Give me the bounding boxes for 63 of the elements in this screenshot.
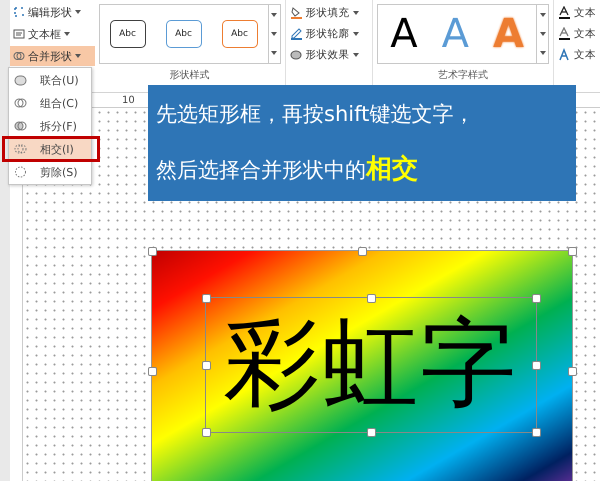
- resize-handle[interactable]: [367, 294, 376, 303]
- callout-text: 先选矩形框，再按shift键选文字，: [156, 101, 476, 128]
- resize-handle[interactable]: [532, 428, 541, 437]
- menu-item[interactable]: 相交(I): [9, 139, 91, 159]
- caret-icon: [75, 54, 81, 58]
- ribbon-button[interactable]: 文本框: [10, 24, 95, 44]
- group-label: 形状样式: [170, 68, 210, 82]
- edit-shape-icon: [13, 6, 25, 18]
- text-outline-icon: [558, 26, 571, 40]
- text-effects-icon: [558, 48, 571, 62]
- pencil-icon: [290, 26, 303, 40]
- resize-handle[interactable]: [568, 367, 577, 376]
- group-label: 艺术字样式: [438, 68, 488, 82]
- ribbon-command[interactable]: 形状轮廓: [290, 25, 368, 42]
- ribbon-command[interactable]: 文本: [558, 46, 596, 63]
- resize-handle[interactable]: [148, 367, 157, 376]
- caret-icon: [352, 52, 359, 56]
- wordart-preset[interactable]: A: [390, 14, 418, 54]
- text-box-icon: [13, 28, 25, 40]
- menu-item[interactable]: 联合(U): [9, 70, 91, 90]
- ribbon-command[interactable]: 形状填充: [290, 4, 368, 21]
- menu-item[interactable]: 拆分(F): [9, 116, 91, 136]
- shape-effects-icon: [290, 48, 303, 62]
- shape-style-preset[interactable]: Abc: [110, 20, 146, 48]
- ruler-number: 10: [122, 94, 135, 106]
- ribbon-command[interactable]: 文本: [558, 4, 596, 21]
- resize-handle[interactable]: [202, 428, 211, 437]
- fragment-icon: [13, 119, 28, 133]
- resize-handle[interactable]: [367, 428, 376, 437]
- caret-icon: [352, 10, 359, 14]
- paint-bucket-icon: [290, 6, 303, 20]
- merge-shapes-icon: [13, 50, 25, 62]
- subtract-icon: [13, 165, 28, 179]
- caret-icon: [540, 12, 546, 17]
- caret-icon: [540, 51, 546, 56]
- caret-icon: [271, 32, 278, 36]
- resize-handle[interactable]: [532, 294, 541, 303]
- resize-handle[interactable]: [202, 361, 211, 370]
- caret-icon: [271, 51, 278, 56]
- caret-icon: [540, 32, 546, 36]
- resize-handle[interactable]: [568, 247, 577, 256]
- slide-text: 彩虹字: [224, 306, 518, 421]
- combine-icon: [13, 96, 28, 110]
- resize-handle[interactable]: [358, 247, 367, 256]
- caret-icon: [64, 32, 70, 36]
- caret-icon: [75, 10, 81, 14]
- ribbon-button[interactable]: 合并形状: [10, 46, 95, 66]
- ribbon-command[interactable]: 文本: [558, 25, 596, 42]
- intersect-icon: [13, 142, 28, 156]
- text-fill-icon: [558, 6, 571, 20]
- menu-item[interactable]: 组合(C): [9, 93, 91, 113]
- shape-style-preset[interactable]: Abc: [222, 20, 258, 48]
- caret-icon: [352, 32, 359, 36]
- callout-text: 然后选择合并形状中的相交: [156, 152, 419, 186]
- ribbon-command[interactable]: 形状效果: [290, 46, 368, 63]
- union-icon: [13, 73, 28, 87]
- ribbon-button[interactable]: 编辑形状: [10, 2, 95, 22]
- caret-icon: [271, 12, 278, 17]
- resize-handle[interactable]: [202, 294, 211, 303]
- menu-item[interactable]: 剪除(S): [9, 162, 91, 182]
- resize-handle[interactable]: [532, 361, 541, 370]
- resize-handle[interactable]: [148, 247, 157, 256]
- shape-style-preset[interactable]: Abc: [166, 20, 202, 48]
